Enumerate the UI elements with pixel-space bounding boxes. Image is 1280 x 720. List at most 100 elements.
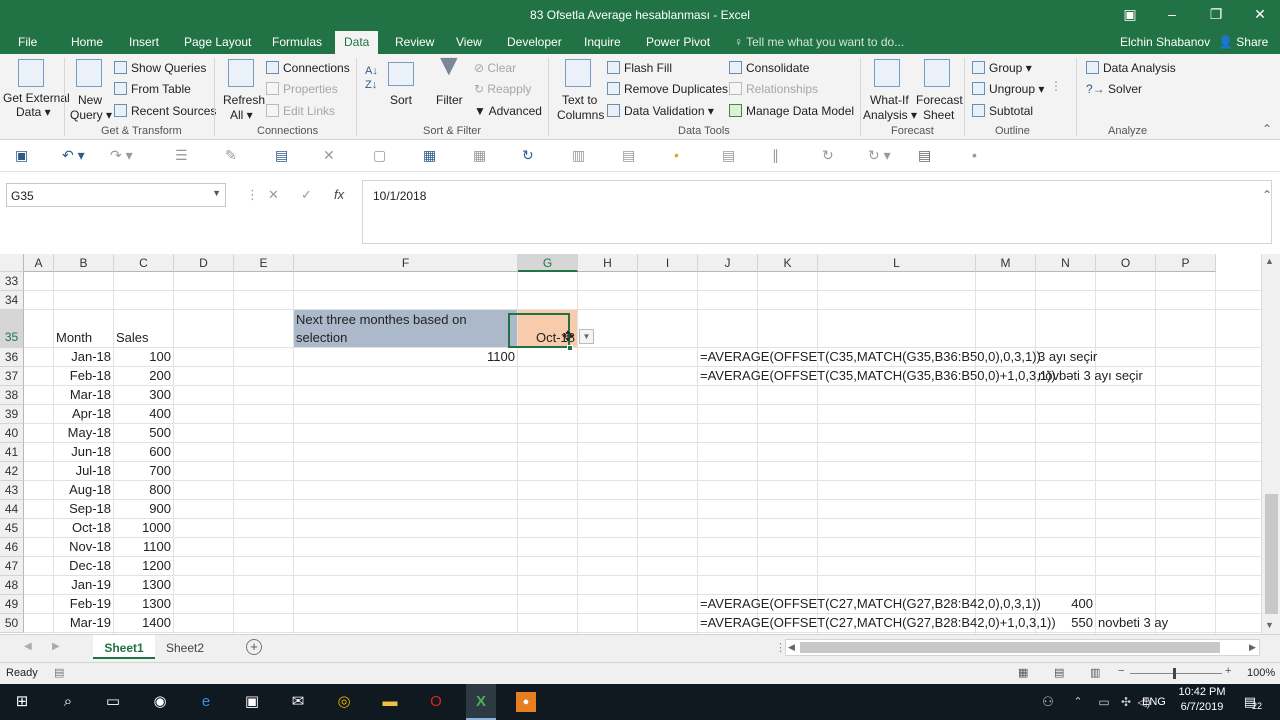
column-header-d[interactable]: D — [174, 254, 234, 272]
file-explorer-icon[interactable]: ▬ — [380, 692, 400, 712]
manage-data-model-button[interactable]: Manage Data Model — [729, 104, 854, 118]
toolbar-icon-5[interactable]: ▦ — [423, 147, 436, 164]
zoom-level[interactable]: 100% — [1247, 667, 1275, 679]
column-header-j[interactable]: J — [698, 254, 758, 272]
data-validation-button[interactable]: Data Validation ▾ — [607, 104, 714, 118]
chevron-down-icon[interactable]: ▼ — [212, 188, 221, 198]
sales-cell[interactable]: 700 — [116, 462, 171, 480]
sales-cell[interactable]: 200 — [116, 367, 171, 385]
forecast-sheet-button[interactable]: Forecast — [916, 93, 963, 107]
consolidate-button[interactable]: Consolidate — [729, 61, 809, 75]
cell-n36[interactable]: 3 ayı seçir — [1038, 348, 1233, 366]
remove-duplicates-button[interactable]: Remove Duplicates — [607, 82, 728, 96]
sort-button[interactable]: Sort — [390, 93, 412, 107]
month-cell[interactable]: Oct-18 — [56, 519, 111, 537]
formula-input[interactable]: 10/1/2018 — [362, 180, 1272, 244]
sheet-tab-sheet1[interactable]: Sheet1 — [93, 635, 155, 659]
row-header-43[interactable]: 43 — [0, 481, 24, 500]
toolbar-icon-7[interactable]: ↻ — [522, 147, 534, 164]
cell-f36[interactable]: 1100 — [296, 348, 515, 366]
row-header-48[interactable]: 48 — [0, 576, 24, 595]
month-cell[interactable]: Nov-18 — [56, 538, 111, 556]
paperclip-icon[interactable]: ∥ — [772, 147, 779, 164]
tab-page-layout[interactable]: Page Layout — [184, 35, 251, 49]
cell-n50[interactable]: 550 — [1038, 614, 1093, 632]
row-header-40[interactable]: 40 — [0, 424, 24, 443]
sales-cell[interactable]: 1000 — [116, 519, 171, 537]
month-cell[interactable]: Apr-18 — [56, 405, 111, 423]
sales-cell[interactable]: 500 — [116, 424, 171, 442]
ribbon-display-options-icon[interactable]: ▣ — [1120, 6, 1140, 23]
recorder-app-icon[interactable]: ● — [516, 692, 536, 712]
recent-sources-button[interactable]: Recent Sources — [114, 104, 216, 118]
sales-cell[interactable]: 400 — [116, 405, 171, 423]
row-header-42[interactable]: 42 — [0, 462, 24, 481]
scroll-left-icon[interactable]: ◀ — [788, 642, 795, 653]
row-header-35[interactable]: 35 — [0, 310, 24, 348]
toolbar-icon-2[interactable]: ✎ — [225, 147, 237, 164]
month-cell[interactable]: Sep-18 — [56, 500, 111, 518]
show-queries-button[interactable]: Show Queries — [114, 61, 206, 75]
formula-bar-collapse-icon[interactable]: ⌃ — [1262, 188, 1272, 202]
collapse-ribbon-icon[interactable]: ⌃ — [1262, 122, 1272, 136]
task-view-icon[interactable]: ▭ — [103, 692, 123, 712]
cell-n49[interactable]: 400 — [1038, 595, 1093, 613]
tab-data[interactable]: Data — [335, 31, 379, 54]
column-header-h[interactable]: H — [578, 254, 638, 272]
toolbar-icon-4[interactable]: ▢ — [373, 147, 386, 164]
mail-icon[interactable]: ✉ — [288, 692, 308, 712]
close-button[interactable]: ✕ — [1250, 6, 1270, 23]
customize-toolbar-icon[interactable]: • — [972, 147, 977, 163]
column-header-g[interactable]: G — [518, 254, 578, 272]
input-language[interactable]: ENG — [1142, 696, 1166, 708]
zoom-out-icon[interactable]: − — [1118, 665, 1124, 677]
solver-button[interactable]: ?→ Solver — [1086, 82, 1142, 96]
opera-icon[interactable]: O — [426, 692, 446, 712]
sheet-tab-sheet2[interactable]: Sheet2 — [157, 635, 213, 659]
month-cell[interactable]: Feb-19 — [56, 595, 111, 613]
tab-insert[interactable]: Insert — [129, 35, 159, 49]
tell-me-search[interactable]: ♀ Tell me what you want to do... — [734, 35, 904, 49]
people-icon[interactable]: ⚇ — [1038, 692, 1058, 712]
month-cell[interactable]: Dec-18 — [56, 557, 111, 575]
month-cell[interactable]: May-18 — [56, 424, 111, 442]
column-header-f[interactable]: F — [294, 254, 518, 272]
cell-n37[interactable]: növbəti 3 ayı seçir — [1038, 367, 1233, 385]
zoom-in-icon[interactable]: + — [1225, 665, 1231, 677]
row-header-39[interactable]: 39 — [0, 405, 24, 424]
windows-start-icon[interactable]: ⊞ — [12, 692, 32, 712]
add-sheet-icon[interactable]: + — [246, 639, 262, 655]
sales-cell[interactable]: 600 — [116, 443, 171, 461]
column-header-p[interactable]: P — [1156, 254, 1216, 272]
month-cell[interactable]: Jul-18 — [56, 462, 111, 480]
toolbar-icon-13[interactable]: ▤ — [918, 147, 931, 164]
page-break-view-icon[interactable]: ▥ — [1090, 666, 1100, 679]
store-icon[interactable]: ▣ — [242, 692, 262, 712]
insert-function-icon[interactable]: fx — [334, 187, 344, 202]
toolbar-icon-3[interactable]: ▤ — [275, 147, 288, 164]
row-header-41[interactable]: 41 — [0, 443, 24, 462]
month-cell[interactable]: Jan-18 — [56, 348, 111, 366]
sales-cell[interactable]: 1300 — [116, 576, 171, 594]
from-table-button[interactable]: From Table — [114, 82, 191, 96]
text-to-columns-button[interactable]: Text to — [562, 93, 597, 107]
battery-icon[interactable]: ▭ — [1094, 692, 1114, 712]
row-header-49[interactable]: 49 — [0, 595, 24, 614]
advanced-filter-button[interactable]: ▼ Advanced — [474, 104, 542, 118]
horizontal-scroll-thumb[interactable] — [800, 642, 1220, 653]
sales-cell[interactable]: 1300 — [116, 595, 171, 613]
toolbar-dot-icon[interactable]: • — [674, 147, 679, 163]
worksheet-grid[interactable]: A B C D E F G H I J K L M N O P 33 34 35 36 37 38 39 40 41 42 43 44… — [0, 254, 1261, 634]
user-name[interactable]: Elchin Shabanov — [1120, 35, 1210, 49]
tab-developer[interactable]: Developer — [507, 35, 562, 49]
toolbar-icon-11[interactable]: ↻ — [822, 147, 834, 164]
subtotal-button[interactable]: Subtotal — [972, 104, 1033, 118]
normal-view-icon[interactable]: ▦ — [1018, 666, 1028, 679]
sort-az-icon[interactable]: A↓ Z↓ — [365, 64, 378, 92]
show-hidden-icons[interactable]: ⌃ — [1068, 692, 1088, 712]
maximize-button[interactable]: ❐ — [1206, 6, 1226, 23]
sales-cell[interactable]: 300 — [116, 386, 171, 404]
sales-cell[interactable]: 100 — [116, 348, 171, 366]
undo-icon[interactable]: ↶ ▾ — [62, 147, 85, 164]
page-layout-view-icon[interactable]: ▤ — [1054, 666, 1064, 679]
